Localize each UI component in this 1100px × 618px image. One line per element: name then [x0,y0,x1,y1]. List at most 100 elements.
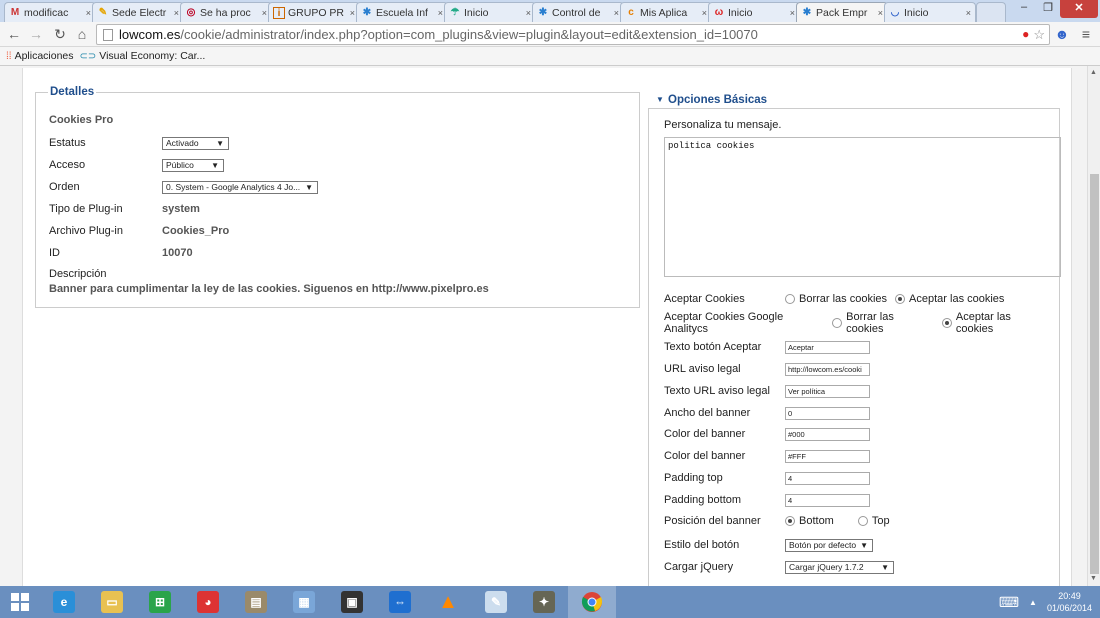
address-bar[interactable]: lowcom.es/cookie/administrator/index.php… [96,24,1050,45]
tab-title: Control de [552,6,601,19]
url-aviso-input[interactable]: http://lowcom.es/cooki [785,362,870,376]
taskbar-photos[interactable]: ◕ [184,586,232,618]
bookmark-label: Visual Economy: Car... [99,50,206,62]
tab-grupo[interactable]: i GRUPO PR × [268,2,360,22]
tab-inicio-2[interactable]: ω Inicio × [708,2,800,22]
back-icon[interactable]: ← [6,25,22,43]
taskbar-teamviewer[interactable]: ⇔ [376,586,424,618]
tab-close-icon[interactable]: × [350,8,355,18]
padding-top-row: Padding top 4 [664,471,870,485]
tab-sede[interactable]: ✎ Sede Electr × [92,2,184,22]
texto-url-input[interactable]: Ver política [785,384,870,398]
color-banner-input-2[interactable]: #FFF [785,449,870,463]
padding-bottom-input[interactable]: 4 [785,493,870,507]
descripcion-row: Descripción [49,267,162,281]
taskbar-paint[interactable]: ✎ [472,586,520,618]
taskbar-ie[interactable]: e [40,586,88,618]
chrome-icon [581,592,603,612]
home-icon[interactable]: ⌂ [74,25,90,43]
borrar-cookies-radio[interactable] [785,294,795,304]
orden-select[interactable]: 0. System - Google Analytics 4 Jo... ▼ [162,180,318,194]
new-tab-button[interactable] [976,2,1006,22]
texto-boton-input[interactable]: Aceptar [785,340,870,354]
padding-top-input[interactable]: 4 [785,471,870,485]
opciones-basicas-title: Opciones Básicas [668,94,768,106]
tab-title: GRUPO PR [288,6,345,19]
pos-top-radio[interactable] [857,516,868,526]
opciones-basicas-header[interactable]: ▼ Opciones Básicas [648,93,1060,109]
tab-inicio-1[interactable]: ☂ Inicio × [444,2,536,22]
tray-arrow-icon[interactable]: ▲ [1029,598,1037,607]
taskbar-movie-maker[interactable]: ▣ [328,586,376,618]
reload-icon[interactable]: ↻ [52,25,68,43]
taskbar-clock[interactable]: 20:49 01/06/2014 [1047,590,1092,614]
restore-icon[interactable]: ❐ [1040,1,1056,17]
opciones-basicas-panel: ▼ Opciones Básicas Personaliza tu mensaj… [648,93,1061,586]
scroll-down-icon[interactable]: ▼ [1090,575,1097,582]
bookmark-visual-economy[interactable]: ⊂⊃ Visual Economy: Car... [80,50,206,62]
tab-close-icon[interactable]: × [86,8,91,18]
aceptar-cookies-radio[interactable] [895,294,906,304]
pos-bottom-text: Bottom [799,515,834,527]
tab-pack-empr[interactable]: ✱ Pack Empr × [796,2,888,22]
taskbar-store[interactable]: ⊞ [136,586,184,618]
tab-close-icon[interactable]: × [790,8,795,18]
bookmark-star-icon[interactable]: ☆ [1033,27,1045,43]
menu-icon[interactable]: ≡ [1078,25,1094,43]
tab-gmail[interactable]: M modificac × [4,2,96,22]
texto-boton-row: Texto botón Aceptar Aceptar [664,340,870,354]
extension-icon[interactable]: ● [1022,27,1029,43]
tab-title: Inicio [728,6,753,19]
tab-close-icon[interactable]: × [614,8,619,18]
tab-proc[interactable]: ◎ Se ha proc × [180,2,272,22]
aceptar-ga-label: Aceptar Cookies Google Analitycs [664,311,784,335]
opciones-basicas-body: Personaliza tu mensaje. politica cookies… [648,109,1061,586]
close-window-icon[interactable]: ✕ [1060,0,1098,18]
tab-close-icon[interactable]: × [526,8,531,18]
tab-inicio-3[interactable]: ◡ Inicio × [884,2,976,22]
tab-close-icon[interactable]: × [878,8,883,18]
keyboard-icon[interactable]: ⌨ [999,594,1019,611]
pos-bottom-radio[interactable] [785,516,795,526]
windows-start-button[interactable] [0,586,40,618]
tab-title: Sede Electr [112,6,167,19]
estilo-select[interactable]: Botón por defecto ▼ [785,538,873,552]
taskbar-calculator[interactable]: ▦ [280,586,328,618]
taskbar-utility[interactable]: ▤ [232,586,280,618]
tab-close-icon[interactable]: × [438,8,443,18]
taskbar-vlc[interactable]: ▲ [424,586,472,618]
jquery-row: Cargar jQuery Cargar jQuery 1.7.2 ▼ [664,560,894,574]
padding-bottom-row: Padding bottom 4 [664,493,870,507]
plugin-edit-content: Detalles Cookies Pro Estatus Activado ▼ … [22,68,1072,586]
tab-escuela[interactable]: ✱ Escuela Inf × [356,2,448,22]
cp-icon: c [628,6,634,18]
tab-title: Escuela Inf [376,6,428,19]
scroll-up-icon[interactable]: ▲ [1090,69,1097,76]
page-scrollbar[interactable]: ▲ ▼ [1087,66,1100,586]
tab-close-icon[interactable]: × [174,8,179,18]
tab-close-icon[interactable]: × [262,8,267,18]
taskbar-explorer[interactable]: ▭ [88,586,136,618]
taskbar-chrome[interactable] [568,586,616,618]
estatus-select[interactable]: Activado ▼ [162,136,229,150]
tab-mis-aplica[interactable]: c Mis Aplica × [620,2,712,22]
ga-aceptar-radio[interactable] [941,318,952,328]
archivo-row: Archivo Plug-in Cookies_Pro [49,224,229,238]
ga-borrar-radio[interactable] [832,318,843,328]
color-banner-input-1[interactable]: #000 [785,427,870,441]
clock-date: 01/06/2014 [1046,603,1092,613]
taskbar-gimp[interactable]: ✦ [520,586,568,618]
url-aviso-label: URL aviso legal [664,363,741,375]
jquery-select[interactable]: Cargar jQuery 1.7.2 ▼ [785,560,894,574]
tab-close-icon[interactable]: × [702,8,707,18]
ancho-input[interactable]: 0 [785,406,870,420]
minimize-icon[interactable]: – [1016,1,1032,17]
tab-control[interactable]: ✱ Control de × [532,2,624,22]
user-profile-icon[interactable]: ☻ [1054,25,1070,43]
tab-close-icon[interactable]: × [966,8,971,18]
scroll-thumb[interactable] [1090,174,1099,574]
forward-icon[interactable]: → [28,25,44,43]
message-textarea[interactable]: politica cookies [664,137,1061,277]
acceso-select[interactable]: Público ▼ [162,158,224,172]
bookmark-aplicaciones[interactable]: ⁞⁞ Aplicaciones [6,50,74,62]
